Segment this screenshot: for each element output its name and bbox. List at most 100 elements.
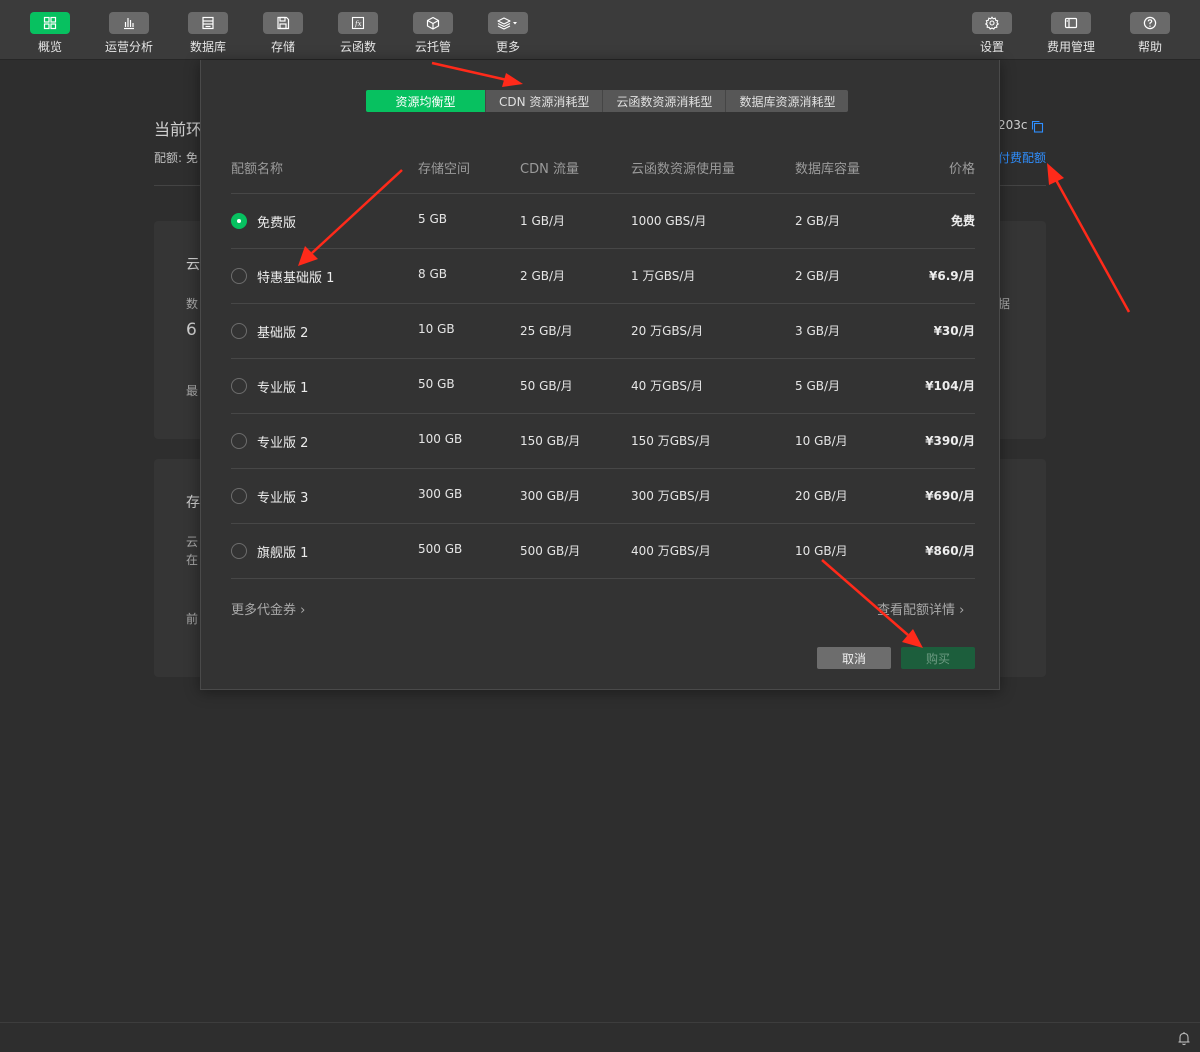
- toolbar-overview-button[interactable]: 概览: [10, 12, 90, 55]
- plan-price: ¥690/月: [925, 489, 975, 503]
- plan-name: 特惠基础版 1: [257, 271, 335, 286]
- plan-price: ¥390/月: [925, 434, 975, 448]
- plan-cdn: 150 GB/月: [520, 434, 581, 448]
- more-vouchers-link[interactable]: 更多代金券 ›: [231, 599, 305, 618]
- plan-cloud-function: 20 万GBS/月: [631, 324, 704, 338]
- bell-icon[interactable]: [1177, 1031, 1191, 1046]
- toolbar-database-label: 数据库: [189, 40, 226, 54]
- card-title: 存: [186, 495, 200, 511]
- status-bar: [0, 1022, 1200, 1052]
- plan-storage: 100 GB: [418, 432, 463, 446]
- card-note: 前: [186, 612, 199, 626]
- plan-name: 基础版 2: [257, 326, 309, 341]
- toolbar-more-button[interactable]: 更多: [468, 12, 548, 55]
- toolbar-cloud-function-button[interactable]: fx 云函数: [318, 12, 398, 55]
- plan-cloud-function: 300 万GBS/月: [631, 489, 711, 503]
- header-database: 数据库容量: [795, 162, 861, 177]
- table-row[interactable]: 旗舰版 1 500 GB 500 GB/月 400 万GBS/月 10 GB/月…: [231, 524, 975, 579]
- header-storage: 存储空间: [418, 162, 471, 177]
- card-text-line: 云: [186, 535, 199, 549]
- table-row[interactable]: 专业版 1 50 GB 50 GB/月 40 万GBS/月 5 GB/月 ¥10…: [231, 359, 975, 414]
- paid-quota-link[interactable]: 付费配额: [998, 149, 1046, 166]
- plan-price: ¥860/月: [925, 544, 975, 558]
- plan-cloud-function: 1000 GBS/月: [631, 214, 707, 228]
- tab-database[interactable]: 数据库资源消耗型: [726, 90, 849, 112]
- cancel-button[interactable]: 取消: [817, 647, 891, 669]
- quota-purchase-dialog: 资源均衡型 CDN 资源消耗型 云函数资源消耗型 数据库资源消耗型 配额名称 存…: [200, 60, 1000, 690]
- plan-storage: 8 GB: [418, 267, 447, 281]
- toolbar-database-button[interactable]: 数据库: [168, 12, 248, 55]
- plan-radio[interactable]: [231, 433, 247, 449]
- plan-cdn: 50 GB/月: [520, 379, 573, 393]
- plan-storage: 5 GB: [418, 212, 447, 226]
- table-row[interactable]: 专业版 2 100 GB 150 GB/月 150 万GBS/月 10 GB/月…: [231, 414, 975, 469]
- toolbar-storage-button[interactable]: 存储: [243, 12, 323, 55]
- plan-database: 10 GB/月: [795, 434, 848, 448]
- header-cdn: CDN 流量: [520, 162, 579, 177]
- plan-radio[interactable]: [231, 323, 247, 339]
- table-row[interactable]: 基础版 2 10 GB 25 GB/月 20 万GBS/月 3 GB/月 ¥30…: [231, 304, 975, 359]
- cloud-hosting-cube-icon: [413, 12, 453, 34]
- view-quota-details-link[interactable]: 查看配额详情 ›: [877, 599, 964, 618]
- gear-icon: [972, 12, 1012, 34]
- toolbar-analytics-button[interactable]: 运营分析: [89, 12, 169, 55]
- env-title: 当前环: [154, 120, 203, 139]
- bar-chart-icon: [109, 12, 149, 34]
- toolbar-settings-button[interactable]: 设置: [952, 12, 1032, 55]
- plan-cdn: 25 GB/月: [520, 324, 573, 338]
- plan-storage: 10 GB: [418, 322, 455, 336]
- plan-database: 3 GB/月: [795, 324, 841, 338]
- plan-database: 5 GB/月: [795, 379, 841, 393]
- plan-cdn: 500 GB/月: [520, 544, 581, 558]
- plan-price: ¥104/月: [925, 379, 975, 393]
- toolbar-cloud-function-label: 云函数: [339, 40, 376, 54]
- card-text-line: 在: [186, 553, 199, 567]
- plan-cdn: 300 GB/月: [520, 489, 581, 503]
- plan-cdn: 2 GB/月: [520, 269, 566, 283]
- layers-more-icon: [488, 12, 528, 34]
- table-row[interactable]: 免费版 5 GB 1 GB/月 1000 GBS/月 2 GB/月 免费: [231, 194, 975, 249]
- plan-storage: 50 GB: [418, 377, 455, 391]
- plan-name: 旗舰版 1: [257, 546, 309, 561]
- plan-cdn: 1 GB/月: [520, 214, 566, 228]
- plan-storage: 500 GB: [418, 542, 463, 556]
- table-row[interactable]: 专业版 3 300 GB 300 GB/月 300 万GBS/月 20 GB/月…: [231, 469, 975, 524]
- plan-radio[interactable]: [231, 268, 247, 284]
- plan-name: 免费版: [257, 216, 297, 231]
- svg-text:fx: fx: [354, 20, 362, 28]
- plan-database: 20 GB/月: [795, 489, 848, 503]
- billing-icon: [1051, 12, 1091, 34]
- buy-button[interactable]: 购买: [901, 647, 975, 669]
- copy-icon[interactable]: [1031, 120, 1044, 133]
- plan-cloud-function: 400 万GBS/月: [631, 544, 711, 558]
- table-row[interactable]: 特惠基础版 1 8 GB 2 GB/月 1 万GBS/月 2 GB/月 ¥6.9…: [231, 249, 975, 304]
- tab-cloud-function[interactable]: 云函数资源消耗型: [603, 90, 727, 112]
- plan-radio[interactable]: [231, 543, 247, 559]
- toolbar-cloud-hosting-button[interactable]: 云托管: [393, 12, 473, 55]
- toolbar-billing-label: 费用管理: [1046, 40, 1095, 54]
- plan-name: 专业版 2: [257, 436, 309, 451]
- plan-price: ¥6.9/月: [929, 269, 975, 283]
- plan-name: 专业版 1: [257, 381, 309, 396]
- plan-radio[interactable]: [231, 488, 247, 504]
- plan-cloud-function: 40 万GBS/月: [631, 379, 704, 393]
- plan-cloud-function: 1 万GBS/月: [631, 269, 696, 283]
- plan-radio[interactable]: [231, 378, 247, 394]
- plan-price: ¥30/月: [933, 324, 975, 338]
- plan-database: 2 GB/月: [795, 214, 841, 228]
- toolbar-cloud-hosting-label: 云托管: [414, 40, 451, 54]
- database-icon: [188, 12, 228, 34]
- toolbar-help-button[interactable]: 帮助: [1110, 12, 1190, 55]
- table-header: 配额名称 存储空间 CDN 流量 云函数资源使用量 数据库容量 价格: [231, 158, 975, 194]
- tab-balanced[interactable]: 资源均衡型: [366, 90, 486, 112]
- quota-table: 免费版 5 GB 1 GB/月 1000 GBS/月 2 GB/月 免费 特惠基…: [231, 194, 975, 579]
- plan-radio[interactable]: [231, 213, 247, 229]
- header-cloud-function: 云函数资源使用量: [631, 162, 736, 177]
- toolbar-overview-label: 概览: [37, 40, 62, 54]
- toolbar-billing-button[interactable]: 费用管理: [1031, 12, 1111, 55]
- tab-cdn[interactable]: CDN 资源消耗型: [486, 90, 604, 112]
- plan-price: 免费: [950, 214, 975, 228]
- cloud-function-icon: fx: [338, 12, 378, 34]
- toolbar-more-label: 更多: [495, 40, 520, 54]
- plan-database: 10 GB/月: [795, 544, 848, 558]
